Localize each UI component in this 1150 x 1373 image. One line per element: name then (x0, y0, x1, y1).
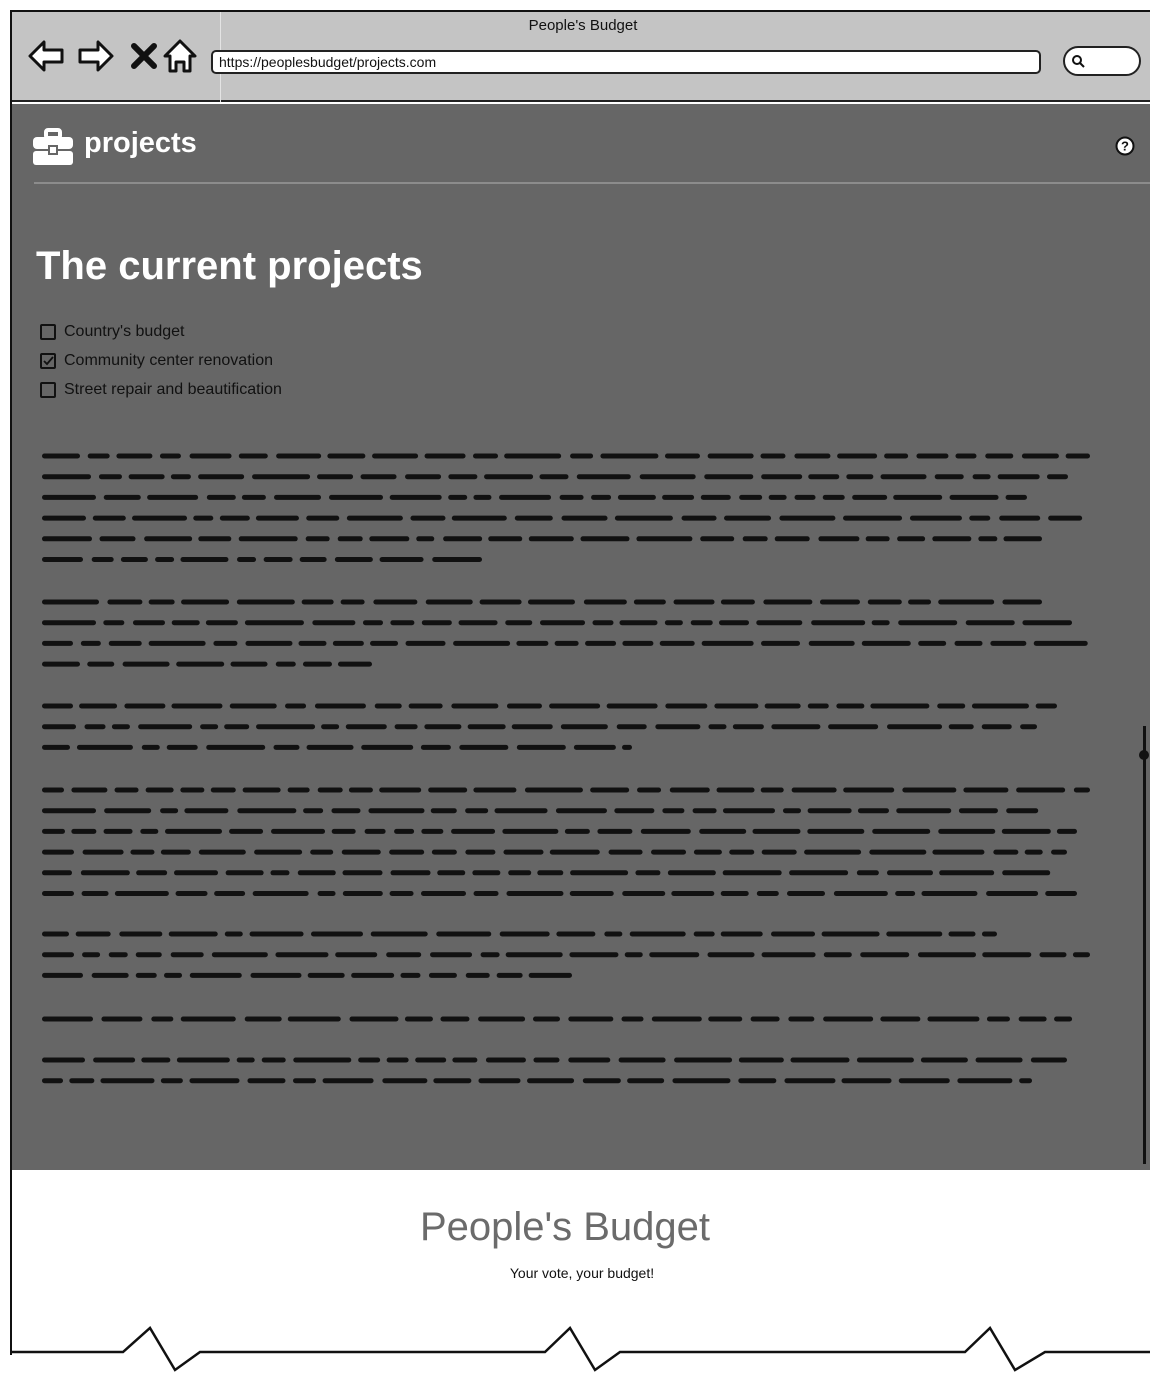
scrollbar-thumb[interactable] (1139, 750, 1149, 760)
search-icon (1072, 55, 1085, 68)
browser-search-box[interactable] (1063, 46, 1141, 76)
home-icon[interactable] (160, 36, 200, 76)
footer-title: People's Budget (419, 1205, 711, 1249)
content-panel: projects ? The current projects Country'… (12, 104, 1150, 1170)
torn-edge-decoration (10, 1326, 1150, 1372)
forward-arrow-icon[interactable] (76, 36, 116, 76)
scrollbar[interactable] (1143, 726, 1146, 1164)
window-title: People's Budget (528, 17, 638, 34)
close-x-icon[interactable] (124, 36, 164, 76)
placeholder-text-block (42, 453, 1090, 1084)
back-arrow-icon[interactable] (26, 36, 66, 76)
footer-tagline: Your vote, your budget! (509, 1265, 655, 1281)
address-bar[interactable]: https://peoplesbudget/projects.com (211, 50, 1041, 74)
